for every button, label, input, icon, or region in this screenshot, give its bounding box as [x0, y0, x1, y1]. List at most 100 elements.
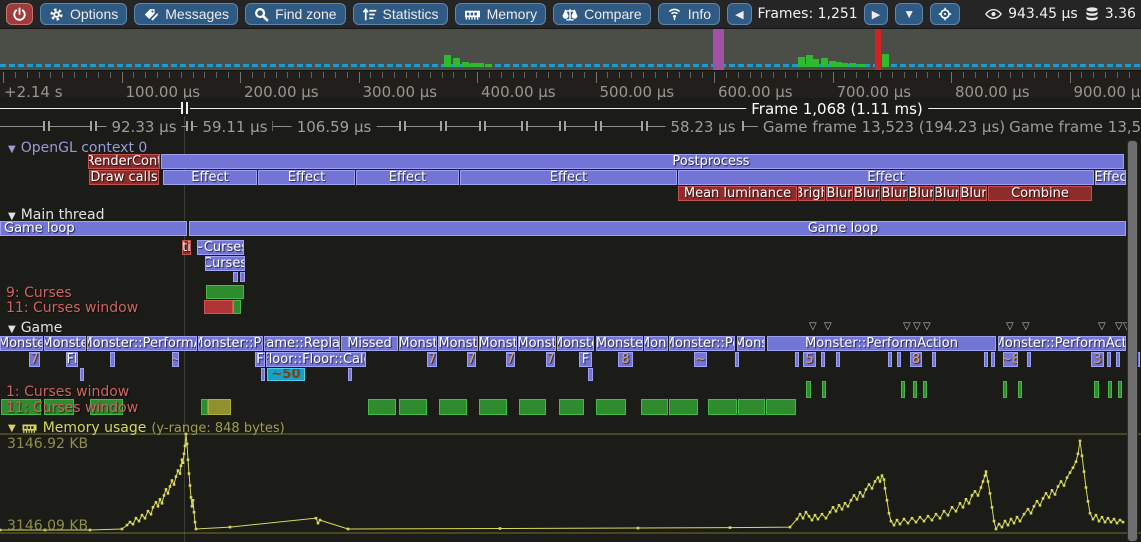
zone[interactable]: [233, 272, 238, 282]
plot-bar[interactable]: [1003, 381, 1007, 398]
zone-7[interactable]: 7: [427, 352, 437, 367]
zone-effect[interactable]: Effect: [678, 170, 1094, 185]
plot-bar[interactable]: [822, 381, 826, 398]
zone-mons[interactable]: Mons: [737, 336, 765, 351]
message-marker-icon[interactable]: ▽: [923, 322, 931, 332]
zone-f[interactable]: F: [255, 352, 265, 367]
zone-ti[interactable]: ti: [182, 240, 191, 255]
zone-8[interactable]: 8: [618, 352, 633, 367]
info-button[interactable]: Info: [658, 3, 720, 25]
plot-bar[interactable]: [1094, 381, 1099, 398]
message-marker-icon[interactable]: ▽: [809, 322, 817, 332]
zone-missed[interactable]: Missed: [341, 336, 398, 351]
zone-game-replay[interactable]: Game::Replay: [264, 336, 340, 351]
zone[interactable]: [795, 352, 799, 367]
message-marker-icon[interactable]: ▽: [903, 322, 911, 332]
plot-bar[interactable]: [913, 381, 917, 398]
find-zone-button[interactable]: Find zone: [245, 3, 345, 25]
zone-monster-pe[interactable]: Monster::Pe: [669, 336, 735, 351]
zone[interactable]: [836, 352, 840, 367]
zone-effect[interactable]: Effect: [460, 170, 677, 185]
zone-7[interactable]: 7: [506, 352, 515, 367]
plot-bar[interactable]: [901, 381, 905, 398]
plot-bar[interactable]: [439, 399, 467, 415]
zone-game-loop[interactable]: Game loop: [189, 221, 1126, 236]
messages-button[interactable]: Messages: [134, 3, 238, 25]
plot-label-11-curses-window[interactable]: 11: Curses window: [6, 400, 138, 416]
plot-bar[interactable]: [923, 381, 927, 398]
frame-set-dropdown-button[interactable]: ▼: [895, 3, 923, 25]
zone[interactable]: [80, 368, 84, 381]
zone-monste[interactable]: Monste: [0, 336, 43, 351]
zone-blur[interactable]: Blur: [909, 186, 934, 201]
section-header-game[interactable]: ▼Game: [8, 320, 62, 336]
compare-button[interactable]: Compare: [553, 3, 651, 25]
zone-f[interactable]: F: [579, 352, 592, 367]
plot-bar[interactable]: [208, 399, 231, 415]
zone[interactable]: [348, 368, 352, 381]
zone-blur[interactable]: Blur: [935, 186, 959, 201]
plot-bar[interactable]: [1018, 381, 1022, 398]
zone-5[interactable]: 5: [803, 352, 816, 367]
zone[interactable]: [984, 352, 988, 367]
zone[interactable]: [588, 368, 593, 381]
plot-bar[interactable]: [368, 399, 396, 415]
zone[interactable]: [888, 352, 892, 367]
zone-mons[interactable]: Mons: [644, 336, 668, 351]
zone-monste[interactable]: Monste: [44, 336, 86, 351]
frame-bar-line[interactable]: [0, 108, 1141, 109]
zone-mean-luminance[interactable]: Mean luminance: [678, 186, 797, 201]
plot-bar[interactable]: [204, 300, 233, 314]
plot-bar[interactable]: [519, 399, 546, 415]
plot-label-11-curses-window[interactable]: 11: Curses window: [6, 300, 138, 316]
scrollbar-thumb[interactable]: [1127, 140, 1138, 542]
zone-monst[interactable]: Monst: [399, 336, 437, 351]
zone[interactable]: [240, 272, 245, 282]
plot-bar[interactable]: [1108, 381, 1112, 398]
zone-7[interactable]: 7: [546, 352, 555, 367]
zone-fl[interactable]: Fl: [66, 352, 78, 367]
message-marker-icon[interactable]: ▽: [824, 322, 832, 332]
sub-frame-label[interactable]: 59.11 µs: [197, 118, 272, 136]
zone-monster-pe[interactable]: Monster::Pe: [198, 336, 263, 351]
plot-bar[interactable]: [669, 399, 698, 415]
zone-7[interactable]: 7: [467, 352, 476, 367]
zone-monster-performa[interactable]: Monster::PerformA: [87, 336, 197, 351]
zone-blur[interactable]: Blur: [854, 186, 880, 201]
zone--[interactable]: ~: [694, 352, 707, 367]
message-marker-icon[interactable]: ▽: [913, 322, 921, 332]
zone[interactable]: [110, 352, 115, 367]
zone-effect[interactable]: Effect: [258, 170, 355, 185]
zone-game-loop[interactable]: Game loop: [0, 221, 187, 236]
sub-frame-label[interactable]: 92.33 µs: [106, 118, 181, 136]
zone-8[interactable]: 8: [910, 352, 922, 367]
zone[interactable]: [261, 368, 265, 381]
prev-frame-button[interactable]: ◀: [727, 3, 751, 25]
plot-bar[interactable]: [738, 399, 765, 415]
zone[interactable]: [1107, 352, 1111, 367]
plot-bar[interactable]: [596, 399, 626, 415]
plot-bar[interactable]: [479, 399, 507, 415]
zone[interactable]: [1116, 352, 1120, 367]
plot-bar[interactable]: [1118, 381, 1122, 398]
plot-bar[interactable]: [641, 399, 668, 415]
zone-effect[interactable]: Effect: [356, 170, 459, 185]
zone[interactable]: [932, 352, 936, 367]
zone-blur[interactable]: Blur: [960, 186, 987, 201]
plot-bar[interactable]: [559, 399, 584, 415]
section-header-main-thread[interactable]: ▼Main thread: [8, 207, 104, 223]
zone-monst[interactable]: Monst: [479, 336, 517, 351]
next-frame-button[interactable]: ▶: [864, 3, 888, 25]
plot-bar[interactable]: [233, 300, 241, 314]
zone-curses[interactable]: Curses: [205, 256, 245, 271]
plot-bar[interactable]: [766, 399, 796, 415]
memory-button[interactable]: Memory: [455, 3, 547, 25]
zone[interactable]: [897, 352, 901, 367]
frame-title[interactable]: Frame 1,068 (1.11 ms): [746, 100, 928, 118]
zone-blur[interactable]: Blur: [881, 186, 908, 201]
power-button[interactable]: [6, 3, 33, 25]
plot-bar[interactable]: [399, 399, 427, 415]
zone-7[interactable]: 7: [29, 352, 40, 367]
zone-blur[interactable]: Blur: [826, 186, 853, 201]
zone-combine[interactable]: Combine: [988, 186, 1092, 201]
